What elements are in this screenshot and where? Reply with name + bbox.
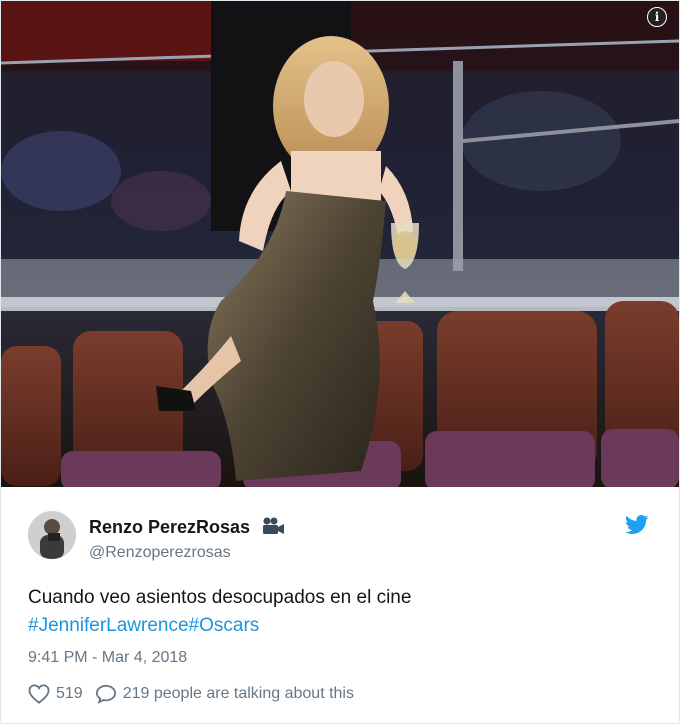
tweet-text-line: Cuando veo asientos desocupados en el ci…	[28, 587, 412, 608]
talking-count: 219 people are talking about this	[122, 685, 354, 702]
movie-camera-icon	[261, 517, 285, 540]
photo-illustration	[1, 1, 679, 487]
avatar[interactable]	[28, 511, 76, 559]
conversation-link[interactable]: 219 people are talking about this	[95, 684, 354, 704]
avatar-image	[28, 511, 76, 559]
embedded-tweet-card: i Renzo PerezRosas @Renzoperezrosas Cuan…	[0, 0, 680, 724]
twitter-bird-icon[interactable]	[624, 515, 649, 540]
tweet-photo[interactable]: i	[1, 1, 679, 487]
author-block[interactable]: Renzo PerezRosas @Renzoperezrosas	[89, 517, 285, 562]
user-handle[interactable]: @Renzoperezrosas	[89, 544, 285, 562]
hashtag-oscars[interactable]: #Oscars	[189, 615, 260, 636]
hashtag-jenniferlawrence[interactable]: #JenniferLawrence	[28, 615, 189, 636]
display-name[interactable]: Renzo PerezRosas	[89, 517, 250, 537]
timestamp[interactable]: 9:41 PM - Mar 4, 2018	[28, 649, 187, 667]
like-count: 519	[56, 685, 83, 702]
heart-icon	[28, 684, 50, 704]
like-button[interactable]: 519	[28, 684, 83, 704]
info-icon[interactable]: i	[647, 7, 667, 27]
tweet-actions: 519 219 people are talking about this	[28, 684, 354, 704]
tweet-text: Cuando veo asientos desocupados en el ci…	[28, 584, 648, 640]
speech-bubble-icon	[95, 684, 116, 704]
hashtag-line: #JenniferLawrence#Oscars	[28, 612, 648, 640]
tweet-body: Renzo PerezRosas @Renzoperezrosas Cuando…	[1, 487, 679, 704]
